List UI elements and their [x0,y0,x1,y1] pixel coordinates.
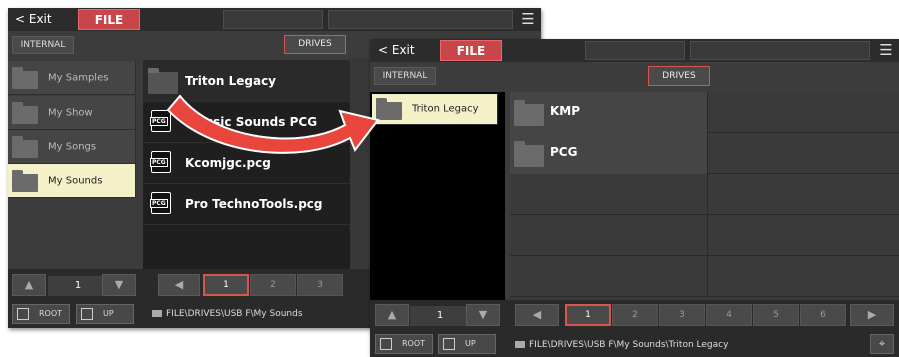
tab-file[interactable]: FILE [440,40,502,61]
root-label: ROOT [402,339,426,348]
list-item[interactable]: PCG Kcomjgc.pcg [143,142,350,184]
up-arrow-icon [81,308,93,320]
path-display: FILE\DRIVES\USB F\My Sounds\Triton Legac… [515,340,728,350]
list-item-label: Classic Sounds PCG [185,114,318,129]
internal-button[interactable]: INTERNAL [374,67,436,85]
scroll-down-button[interactable]: ▼ [102,274,136,296]
header-slot [690,41,870,60]
folder-icon [376,98,402,120]
folder-icon [12,67,38,89]
sidebar-item-label: My Samples [48,72,109,83]
drive-file-list: Triton Legacy PCG Classic Sounds PCG PCG… [143,60,350,272]
sidebar-item-my-songs[interactable]: My Songs [8,130,136,164]
sidebar-item-my-sounds[interactable]: My Sounds [8,164,136,198]
folder-icon [514,100,544,126]
home-icon [380,338,392,350]
list-item[interactable]: PCG Pro TechnoTools.pcg [143,183,350,225]
internal-button[interactable]: INTERNAL [12,36,74,54]
grid-row [510,256,899,297]
list-item-label: Pro TechnoTools.pcg [185,196,323,211]
page-button-5[interactable]: 5 [753,304,799,326]
folder-item-kmp[interactable]: KMP [510,92,707,133]
up-label: UP [465,339,476,348]
prev-page-button[interactable]: ◀ [158,274,200,296]
column-divider [707,92,708,297]
root-button[interactable]: ROOT [375,334,433,354]
page-button-6[interactable]: 6 [800,304,846,326]
folder-label: KMP [550,104,581,118]
pcg-file-icon: PCG [150,110,171,132]
exit-button[interactable]: < Exit [15,8,52,31]
next-page-button[interactable]: ▶ [850,304,894,326]
top-bar: < Exit FILE ☰ [370,39,899,62]
folder-grid: KMP PCG [510,92,899,300]
tab-file[interactable]: FILE [78,9,140,30]
drives-button[interactable]: DRIVES [648,66,710,86]
page-button-3[interactable]: 3 [297,274,343,296]
file-browser-window-front: < Exit FILE ☰ INTERNAL DRIVES Triton Leg… [370,39,899,357]
up-label: UP [103,309,114,318]
path-text: FILE\DRIVES\USB F\My Sounds [166,309,303,319]
prev-page-button[interactable]: ◀ [515,304,559,326]
menu-icon[interactable]: ☰ [515,8,541,31]
folder-icon [515,341,525,348]
folder-icon [12,170,38,192]
path-text: FILE\DRIVES\USB F\My Sounds\Triton Legac… [529,340,729,350]
page-button-3[interactable]: 3 [659,304,705,326]
scroll-up-button[interactable]: ▲ [12,274,46,296]
location-pin-icon[interactable]: ⌖ [870,334,894,354]
page-number: 1 [410,306,470,326]
sidebar-item-label: My Sounds [48,175,103,186]
list-item[interactable]: PCG Classic Sounds PCG [143,101,350,143]
page-button-1[interactable]: 1 [565,304,611,326]
root-label: ROOT [39,309,63,318]
home-icon [17,308,29,320]
exit-button[interactable]: < Exit [378,39,415,62]
folder-label: PCG [550,145,578,159]
folder-icon [514,141,544,167]
page-button-4[interactable]: 4 [706,304,752,326]
up-button[interactable]: UP [438,334,496,354]
page-button-2[interactable]: 2 [612,304,658,326]
header-slot [223,10,323,29]
list-item-label: Kcomjgc.pcg [185,155,271,170]
sidebar-item-label: Triton Legacy [412,103,479,115]
folder-icon [148,68,178,94]
header-slot [328,10,513,29]
page-number: 1 [48,276,108,296]
folder-icon [152,310,162,317]
top-bar: < Exit FILE ☰ [8,8,541,31]
list-item-label: Triton Legacy [185,73,277,88]
drives-button[interactable]: DRIVES [284,35,346,54]
scroll-up-button[interactable]: ▲ [375,304,409,326]
grid-row [510,215,899,256]
folder-item-pcg[interactable]: PCG [510,133,707,174]
page-button-1[interactable]: 1 [203,274,249,296]
sidebar-item-my-show[interactable]: My Show [8,96,136,130]
up-button[interactable]: UP [76,304,134,324]
scroll-down-button[interactable]: ▼ [466,304,500,326]
sidebar-item-label: My Songs [48,141,97,152]
menu-icon[interactable]: ☰ [873,39,899,62]
folder-icon [12,102,38,124]
folder-icon [12,136,38,158]
sidebar-item-triton-legacy[interactable]: Triton Legacy [372,94,498,125]
path-display: FILE\DRIVES\USB F\My Sounds [152,309,303,319]
root-button[interactable]: ROOT [12,304,70,324]
pcg-file-icon: PCG [150,192,171,214]
sidebar-item-label: My Show [48,107,93,118]
page-button-2[interactable]: 2 [250,274,296,296]
up-arrow-icon [443,338,455,350]
header-slot [585,41,685,60]
list-item[interactable]: Triton Legacy [143,60,350,102]
sidebar-item-my-samples[interactable]: My Samples [8,61,136,95]
pcg-file-icon: PCG [150,151,171,173]
grid-row [510,174,899,215]
